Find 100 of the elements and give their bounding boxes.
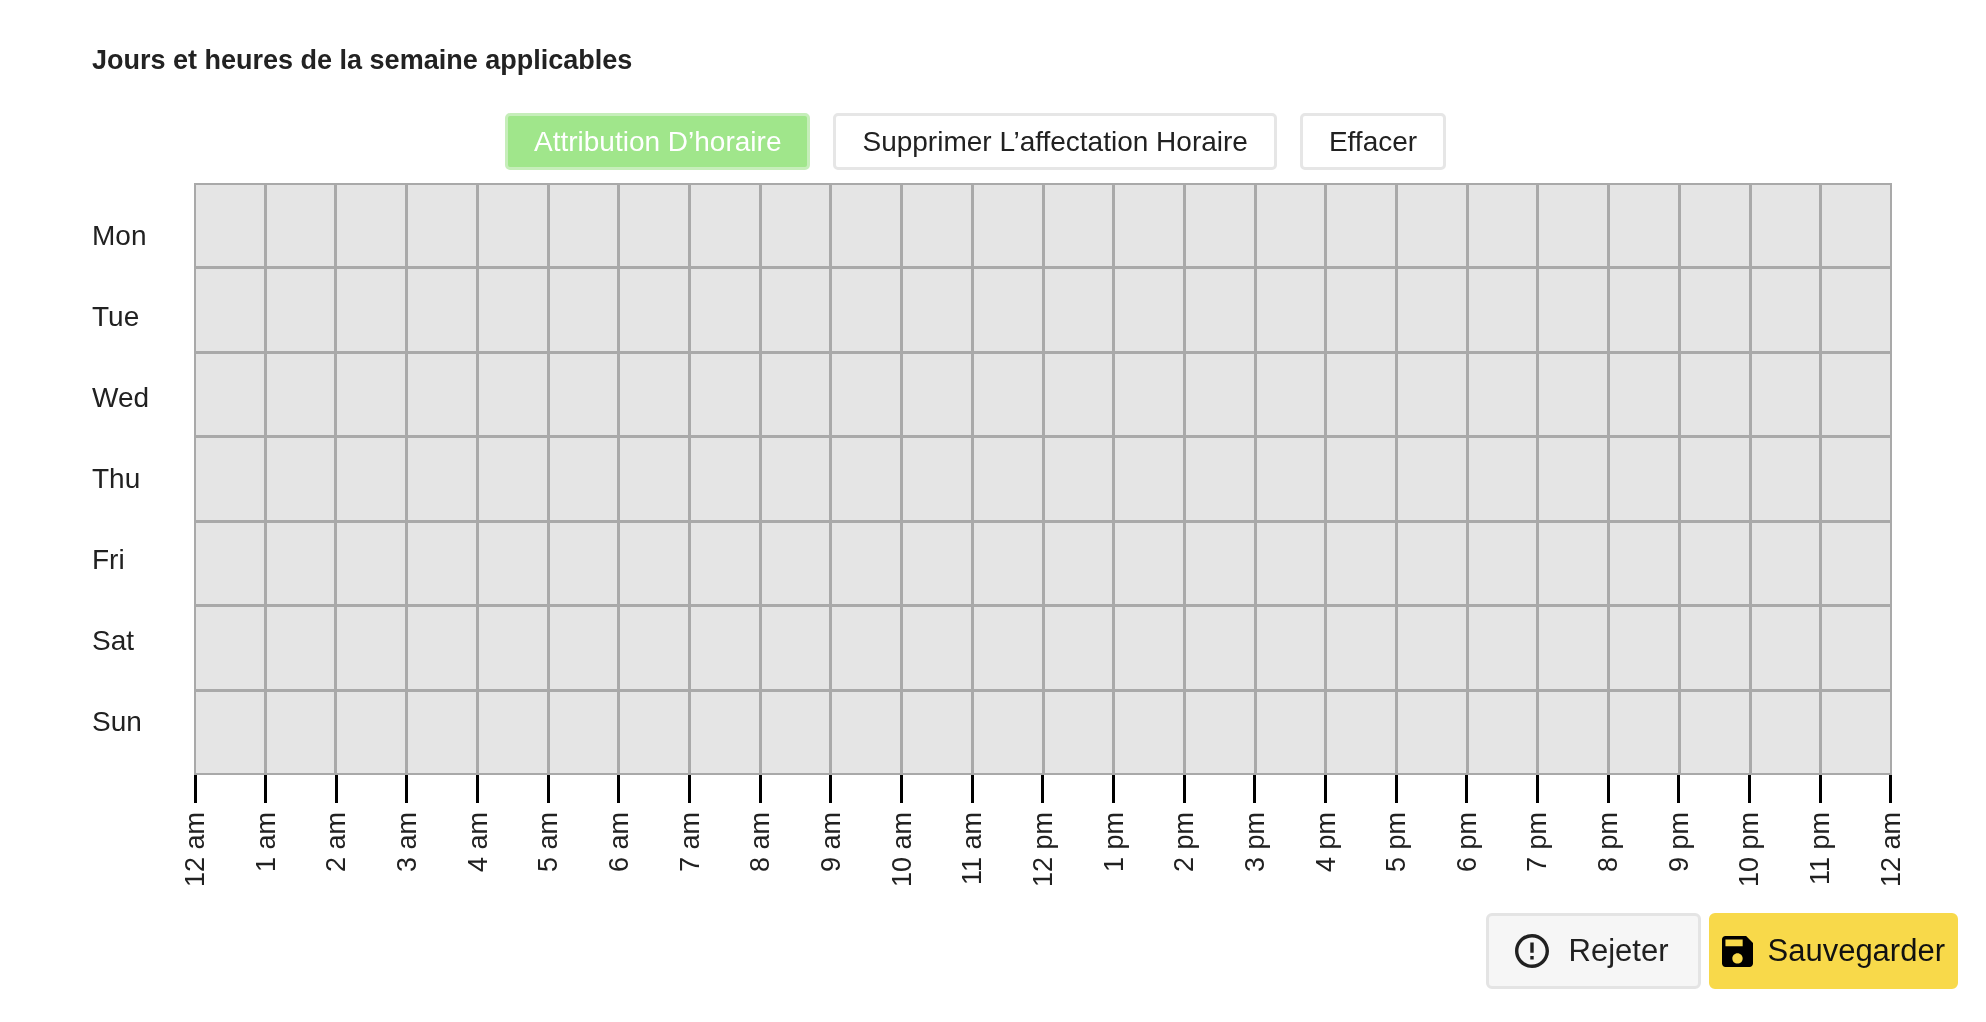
time-slot-cell[interactable] [1822, 522, 1890, 605]
time-slot-cell[interactable] [549, 438, 618, 520]
time-slot-cell[interactable] [761, 269, 830, 351]
time-slot-cell[interactable] [761, 438, 830, 520]
time-slot-cell[interactable] [1256, 269, 1325, 351]
time-slot-cell[interactable] [761, 522, 830, 605]
time-slot-cell[interactable] [1539, 353, 1608, 436]
time-slot-cell[interactable] [478, 185, 547, 267]
time-slot-cell[interactable] [549, 185, 618, 267]
time-slot-cell[interactable] [266, 269, 335, 351]
time-slot-cell[interactable] [408, 691, 476, 773]
time-slot-cell[interactable] [1044, 353, 1113, 436]
time-slot-cell[interactable] [620, 607, 688, 689]
time-slot-cell[interactable] [196, 185, 264, 267]
time-slot-cell[interactable] [973, 438, 1042, 520]
time-slot-cell[interactable] [1539, 607, 1608, 689]
time-slot-cell[interactable] [690, 691, 759, 773]
time-slot-cell[interactable] [549, 522, 618, 605]
time-slot-cell[interactable] [478, 353, 547, 436]
time-slot-cell[interactable] [1044, 438, 1113, 520]
time-slot-cell[interactable] [1327, 691, 1396, 773]
time-slot-cell[interactable] [408, 185, 476, 267]
time-slot-cell[interactable] [408, 269, 476, 351]
time-slot-cell[interactable] [408, 353, 476, 436]
time-slot-cell[interactable] [1751, 185, 1820, 267]
time-slot-cell[interactable] [1468, 185, 1537, 267]
time-slot-cell[interactable] [1680, 607, 1749, 689]
time-slot-cell[interactable] [1398, 438, 1466, 520]
time-slot-cell[interactable] [337, 522, 406, 605]
time-slot-cell[interactable] [973, 185, 1042, 267]
time-slot-cell[interactable] [1610, 269, 1678, 351]
time-slot-cell[interactable] [903, 185, 971, 267]
time-slot-cell[interactable] [1539, 522, 1608, 605]
time-slot-cell[interactable] [1822, 438, 1890, 520]
time-slot-cell[interactable] [266, 522, 335, 605]
time-slot-cell[interactable] [266, 353, 335, 436]
time-slot-cell[interactable] [1044, 607, 1113, 689]
time-slot-cell[interactable] [1256, 438, 1325, 520]
time-slot-cell[interactable] [1751, 353, 1820, 436]
time-slot-cell[interactable] [832, 522, 901, 605]
time-slot-cell[interactable] [196, 438, 264, 520]
time-slot-cell[interactable] [196, 691, 264, 773]
time-slot-cell[interactable] [1680, 269, 1749, 351]
time-slot-cell[interactable] [832, 691, 901, 773]
time-slot-cell[interactable] [1327, 438, 1396, 520]
time-slot-cell[interactable] [903, 269, 971, 351]
time-slot-cell[interactable] [620, 522, 688, 605]
time-slot-cell[interactable] [690, 185, 759, 267]
time-slot-cell[interactable] [903, 353, 971, 436]
time-slot-cell[interactable] [1115, 353, 1183, 436]
time-slot-cell[interactable] [1680, 438, 1749, 520]
time-slot-cell[interactable] [620, 269, 688, 351]
time-slot-cell[interactable] [1539, 691, 1608, 773]
time-slot-cell[interactable] [973, 269, 1042, 351]
time-slot-cell[interactable] [337, 269, 406, 351]
time-slot-cell[interactable] [1751, 691, 1820, 773]
time-slot-cell[interactable] [478, 607, 547, 689]
time-slot-cell[interactable] [1256, 522, 1325, 605]
time-slot-cell[interactable] [1398, 185, 1466, 267]
time-slot-cell[interactable] [408, 607, 476, 689]
time-slot-cell[interactable] [478, 269, 547, 351]
time-slot-cell[interactable] [196, 353, 264, 436]
time-slot-cell[interactable] [1185, 522, 1254, 605]
time-slot-cell[interactable] [1680, 691, 1749, 773]
time-slot-cell[interactable] [1115, 185, 1183, 267]
save-button[interactable]: Sauvegarder [1709, 913, 1958, 989]
time-slot-cell[interactable] [1185, 438, 1254, 520]
time-slot-cell[interactable] [1680, 185, 1749, 267]
time-slot-cell[interactable] [761, 607, 830, 689]
time-slot-cell[interactable] [1256, 353, 1325, 436]
time-slot-cell[interactable] [1751, 269, 1820, 351]
time-slot-cell[interactable] [337, 438, 406, 520]
time-slot-cell[interactable] [266, 607, 335, 689]
time-slot-cell[interactable] [690, 353, 759, 436]
time-slot-cell[interactable] [690, 522, 759, 605]
time-slot-cell[interactable] [1610, 185, 1678, 267]
time-slot-cell[interactable] [620, 438, 688, 520]
time-slot-cell[interactable] [1115, 522, 1183, 605]
time-slot-cell[interactable] [832, 353, 901, 436]
time-slot-cell[interactable] [337, 691, 406, 773]
time-slot-cell[interactable] [549, 607, 618, 689]
time-slot-cell[interactable] [1822, 691, 1890, 773]
time-slot-cell[interactable] [1256, 185, 1325, 267]
time-slot-cell[interactable] [1044, 691, 1113, 773]
time-slot-cell[interactable] [1751, 438, 1820, 520]
time-slot-cell[interactable] [266, 185, 335, 267]
time-slot-cell[interactable] [408, 438, 476, 520]
time-slot-cell[interactable] [337, 353, 406, 436]
reject-button[interactable]: Rejeter [1485, 913, 1702, 989]
time-slot-cell[interactable] [1822, 185, 1890, 267]
time-slot-cell[interactable] [903, 607, 971, 689]
time-slot-cell[interactable] [761, 691, 830, 773]
time-slot-cell[interactable] [1751, 522, 1820, 605]
time-slot-cell[interactable] [1185, 607, 1254, 689]
time-slot-cell[interactable] [196, 522, 264, 605]
time-slot-cell[interactable] [1044, 522, 1113, 605]
time-slot-cell[interactable] [1398, 607, 1466, 689]
time-slot-cell[interactable] [549, 353, 618, 436]
time-slot-cell[interactable] [690, 607, 759, 689]
time-slot-cell[interactable] [1185, 691, 1254, 773]
